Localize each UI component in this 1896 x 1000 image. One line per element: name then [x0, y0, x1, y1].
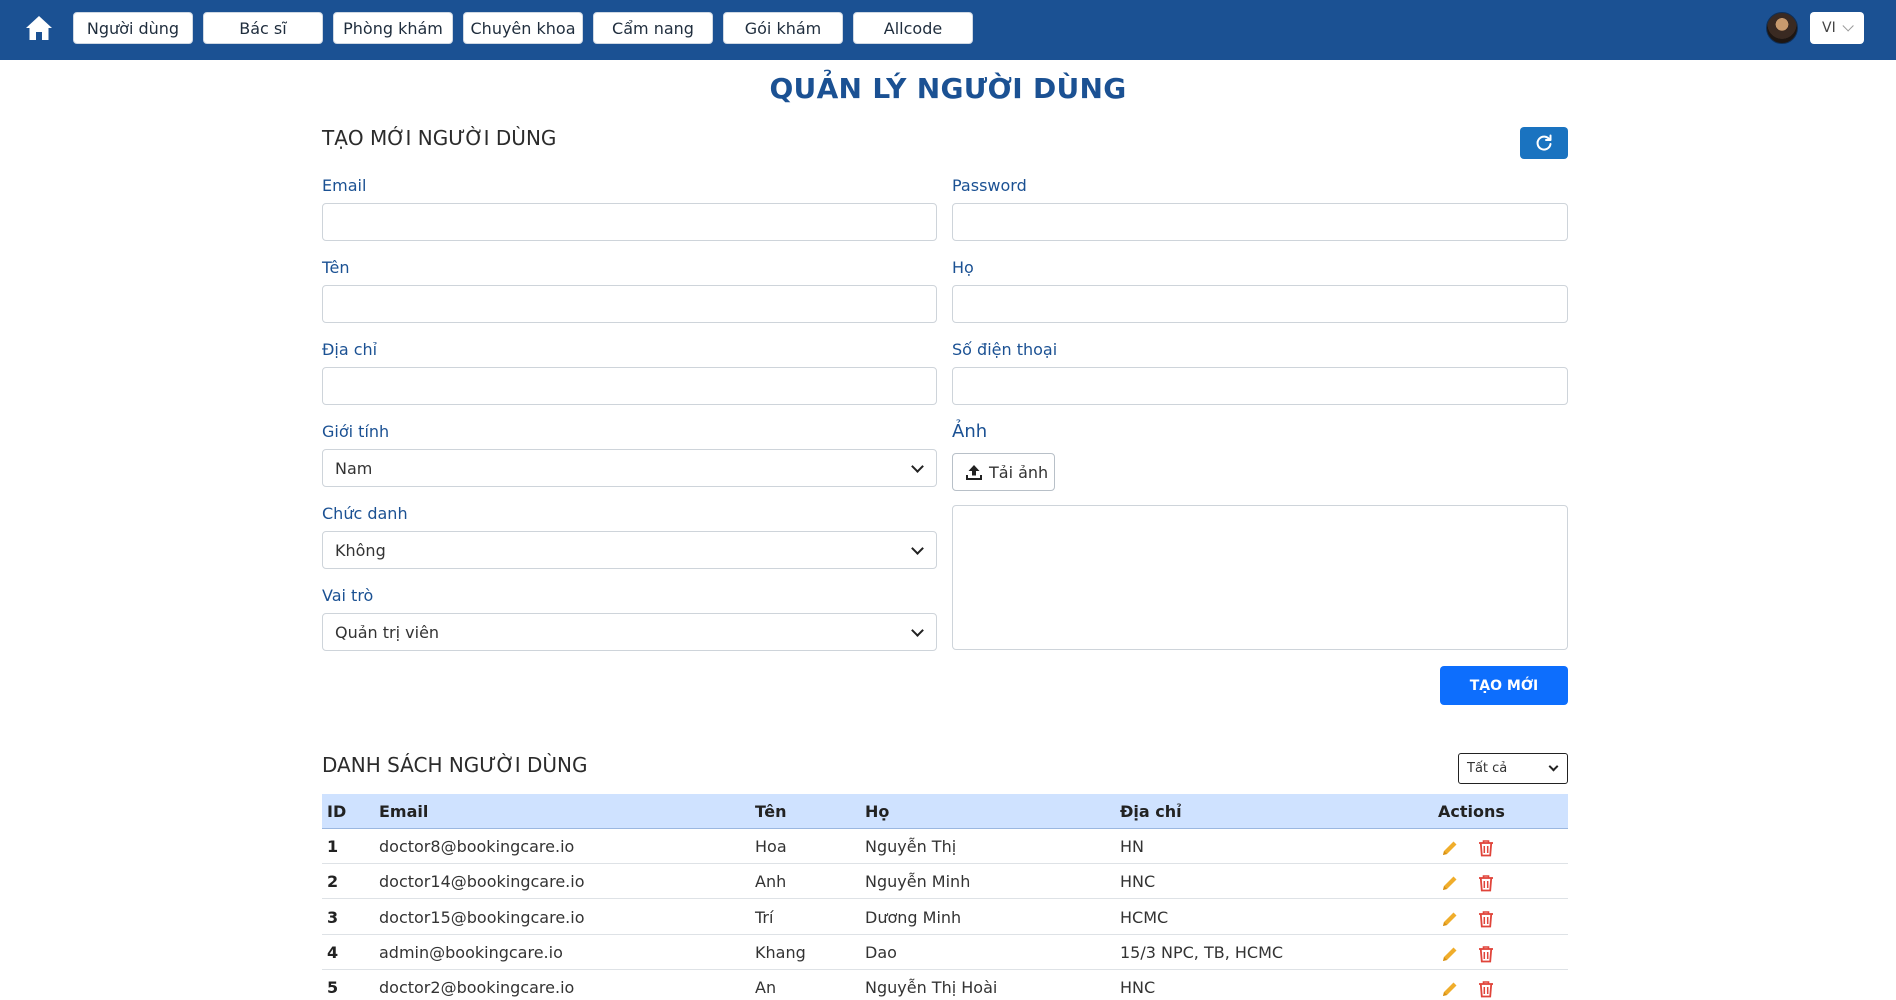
cell-first-name: Hoa [755, 837, 787, 856]
cell-last-name: Dao [865, 943, 897, 962]
avatar[interactable] [1766, 12, 1798, 44]
column-header-id: ID [327, 802, 347, 821]
cell-last-name: Dương Minh [865, 908, 962, 927]
cell-id: 5 [327, 978, 339, 997]
upload-label: Tải ảnh [989, 462, 1049, 482]
nav-item-users[interactable]: Người dùng [73, 12, 193, 44]
edit-icon[interactable] [1440, 873, 1460, 893]
role-filter-select[interactable]: Tất cả [1458, 753, 1568, 784]
address-label: Địa chỉ [322, 340, 378, 359]
trash-icon[interactable] [1476, 979, 1496, 999]
first-name-label: Tên [322, 258, 350, 277]
cell-address: HCMC [1120, 908, 1169, 927]
gender-value: Nam [335, 458, 373, 478]
first-name-field[interactable] [322, 285, 937, 323]
create-user-button[interactable]: TẠO MỚI [1440, 666, 1568, 705]
address-field[interactable] [322, 367, 937, 405]
cell-id: 4 [327, 943, 339, 962]
position-value: Không [335, 540, 386, 560]
table-row: 2 doctor14@bookingcare.io Anh Nguyễn Minh HN… [322, 864, 1568, 899]
create-section-title: TẠO MỚI NGƯỜI DÙNG [322, 126, 557, 150]
table-row: 1 doctor8@bookingcare.io Hoa Nguyễn Thị HN [322, 829, 1568, 864]
trash-icon[interactable] [1476, 909, 1496, 929]
table-row: 4 admin@bookingcare.io Khang Dao 15/3 NPC, T… [322, 935, 1568, 970]
nav-item-allcode[interactable]: Allcode [853, 12, 973, 44]
cell-email: doctor15@bookingcare.io [379, 908, 585, 927]
nav-item-specialties[interactable]: Chuyên khoa [463, 12, 583, 44]
chevron-down-icon [911, 542, 924, 555]
nav-item-handbook[interactable]: Cẩm nang [593, 12, 713, 44]
upload-image-button[interactable]: Tải ảnh [952, 453, 1055, 491]
email-label: Email [322, 176, 367, 195]
image-label: Ảnh [952, 421, 988, 442]
cell-id: 1 [327, 837, 339, 856]
filter-value: Tất cả [1467, 761, 1508, 776]
cell-last-name: Nguyễn Minh [865, 872, 971, 891]
edit-icon[interactable] [1440, 909, 1460, 929]
cell-address: HNC [1120, 872, 1156, 891]
gender-select[interactable]: Nam [322, 449, 937, 487]
role-select[interactable]: Quản trị viên [322, 613, 937, 651]
last-name-field[interactable] [952, 285, 1568, 323]
nav-item-packages[interactable]: Gói khám [723, 12, 843, 44]
cell-address: HNC [1120, 978, 1156, 997]
email-field[interactable] [322, 203, 937, 241]
cell-last-name: Nguyễn Thị Hoài [865, 978, 998, 997]
column-header-address: Địa chỉ [1120, 802, 1182, 821]
chevron-down-icon [911, 460, 924, 473]
edit-icon[interactable] [1440, 944, 1460, 964]
trash-icon[interactable] [1476, 838, 1496, 858]
edit-icon[interactable] [1440, 979, 1460, 999]
chevron-down-icon [911, 624, 924, 637]
table-row: 3 doctor15@bookingcare.io Trí Dương Minh HCM… [322, 900, 1568, 935]
table-row: 5 doctor2@bookingcare.io An Nguyễn Thị Hoài… [322, 970, 1568, 1000]
column-header-actions: Actions [1438, 802, 1505, 821]
phone-field[interactable] [952, 367, 1568, 405]
nav-item-doctors[interactable]: Bác sĩ [203, 12, 323, 44]
refresh-icon [1536, 134, 1552, 151]
position-label: Chức danh [322, 504, 408, 523]
trash-icon[interactable] [1476, 944, 1496, 964]
column-header-first-name: Tên [755, 802, 787, 821]
cell-email: doctor2@bookingcare.io [379, 978, 575, 997]
column-header-email: Email [379, 802, 429, 821]
password-label: Password [952, 176, 1027, 195]
image-preview [952, 505, 1568, 650]
table-header: ID Email Tên Họ Địa chỉ Actions [322, 794, 1568, 829]
trash-icon[interactable] [1476, 873, 1496, 893]
upload-icon [966, 465, 982, 480]
last-name-label: Họ [952, 258, 974, 277]
position-select[interactable]: Không [322, 531, 937, 569]
cell-address: 15/3 NPC, TB, HCMC [1120, 943, 1284, 962]
page-title: QUẢN LÝ NGƯỜI DÙNG [769, 72, 1127, 105]
password-field[interactable] [952, 203, 1568, 241]
user-list-title: DANH SÁCH NGƯỜI DÙNG [322, 753, 588, 777]
phone-label: Số điện thoại [952, 340, 1058, 359]
cell-email: doctor14@bookingcare.io [379, 872, 585, 891]
chevron-down-icon [1548, 761, 1559, 772]
role-label: Vai trò [322, 586, 374, 605]
role-value: Quản trị viên [335, 622, 440, 642]
cell-first-name: Anh [755, 872, 787, 891]
cell-first-name: Trí [755, 908, 774, 927]
cell-first-name: Khang [755, 943, 806, 962]
language-select[interactable]: VI [1810, 12, 1864, 44]
edit-icon[interactable] [1440, 838, 1460, 858]
cell-id: 2 [327, 872, 339, 891]
cell-first-name: An [755, 978, 777, 997]
home-icon[interactable] [24, 13, 54, 43]
cell-last-name: Nguyễn Thị [865, 837, 957, 856]
refresh-button[interactable] [1520, 127, 1568, 159]
nav-item-clinics[interactable]: Phòng khám [333, 12, 453, 44]
chevron-down-icon [1842, 20, 1854, 32]
language-value: VI [1822, 20, 1836, 36]
column-header-last-name: Họ [865, 802, 890, 821]
cell-address: HN [1120, 837, 1144, 856]
gender-label: Giới tính [322, 422, 390, 441]
cell-email: doctor8@bookingcare.io [379, 837, 575, 856]
top-navigation: Người dùng Bác sĩ Phòng khám Chuyên khoa… [0, 0, 1896, 60]
cell-email: admin@bookingcare.io [379, 943, 563, 962]
cell-id: 3 [327, 908, 339, 927]
